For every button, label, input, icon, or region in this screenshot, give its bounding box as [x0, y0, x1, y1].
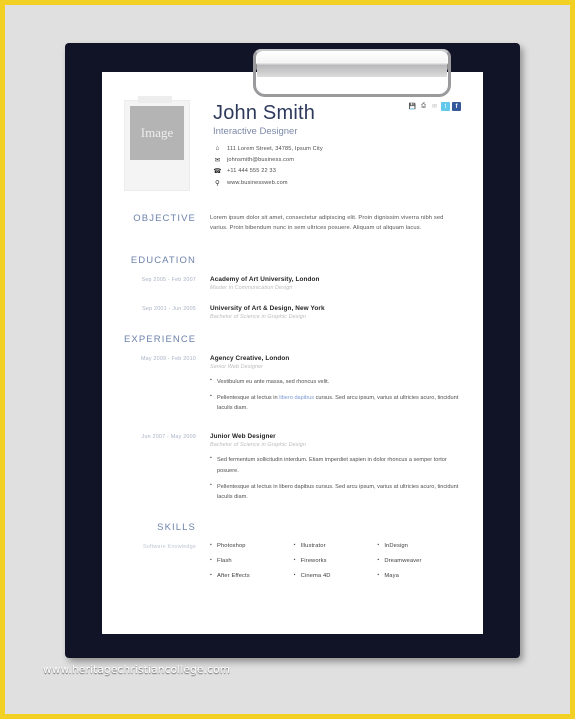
entry-subtitle: Master in Communication Design — [210, 285, 293, 292]
page-background: Image John Smith Interactive Designer ⌂ 1… — [5, 5, 570, 714]
photo-placeholder: Image — [130, 106, 184, 160]
search-globe-icon: ⚲ — [215, 179, 220, 187]
bullet-item: Sed fermentum sollicitudin interdum. Eti… — [210, 454, 461, 475]
entry-title: Agency Creative, London — [210, 355, 290, 363]
contact-item: ⚲ www.businessweb.com — [213, 179, 461, 187]
experience-entries: May 2009 - Feb 2010 Agency Creative, Lond… — [124, 355, 461, 507]
entry-bullets: Sed fermentum sollicitudin interdum. Eti… — [210, 454, 461, 502]
education-label: EDUCATION — [124, 255, 210, 266]
section-experience: EXPERIENCE — [124, 334, 461, 345]
entry-date: May 2009 - Feb 2010 — [140, 356, 196, 363]
skill-item: Photoshop — [210, 542, 294, 549]
section-skills: SKILLS — [124, 522, 461, 533]
clipboard-clip-bar — [257, 51, 447, 77]
section-title-objective: OBJECTIVE — [133, 213, 196, 224]
skills-label: SKILLS — [124, 522, 210, 533]
entry-bullets: Vestibulum eu ante massa, sed rhoncus ve… — [210, 376, 461, 413]
skills-grid: Photoshop Flash After Effects Illustrator Fi… — [210, 542, 461, 588]
entry-title: University of Art & Design, New York — [210, 305, 325, 313]
facebook-icon[interactable]: f — [452, 102, 461, 111]
contact-text: johnsmith@business.com — [227, 156, 295, 163]
experience-label: EXPERIENCE — [124, 334, 210, 345]
social-icon-bar[interactable]: 💾 ⎙ ✉ t f — [408, 102, 461, 111]
skill-item: Cinema 4D — [294, 572, 378, 579]
skill-item: Flash — [210, 557, 294, 564]
email-icon[interactable]: ✉ — [430, 102, 439, 111]
experience-entry: May 2009 - Feb 2010 Agency Creative, Lond… — [124, 355, 461, 419]
contact-list: ⌂ 111 Lorem Street, 34785, Ipsum City ✉ joh… — [213, 145, 461, 187]
save-icon[interactable]: 💾 — [408, 102, 417, 111]
resume-header: Image John Smith Interactive Designer ⌂ 1… — [124, 96, 461, 191]
bullet-item: Vestibulum eu ante massa, sed rhoncus ve… — [210, 376, 461, 387]
print-icon[interactable]: ⎙ — [419, 102, 428, 111]
skills-sub-label: Software Knowledge — [142, 543, 196, 550]
skills-column: Illustrator Fireworks Cinema 4D — [294, 542, 378, 588]
entry-body: Agency Creative, London Senior Web Design… — [210, 355, 461, 419]
entry-title: Junior Web Designer — [210, 433, 276, 441]
home-icon: ⌂ — [215, 145, 220, 152]
skill-item: Fireworks — [294, 557, 378, 564]
contact-text: +11 444 555 22 33 — [227, 168, 276, 174]
skill-item: After Effects — [210, 572, 294, 579]
phone-icon: ☎ — [213, 168, 222, 175]
entry-body: Academy of Art University, London Master … — [210, 276, 461, 291]
contact-item: ✉ johnsmith@business.com — [213, 156, 461, 164]
skill-item: Illustrator — [294, 542, 378, 549]
education-entry: Sep 2005 - Feb 2007 Academy of Art Univer… — [124, 276, 461, 291]
skills-row: Software Knowledge Photoshop Flash After E… — [124, 542, 461, 588]
resume-paper: Image John Smith Interactive Designer ⌂ 1… — [102, 72, 483, 634]
section-title-education: EDUCATION — [130, 255, 196, 267]
bullet-item: Pellentesque at lectus in libero dapibus… — [210, 481, 461, 502]
candidate-role: Interactive Designer — [213, 126, 298, 137]
envelope-icon: ✉ — [214, 156, 221, 164]
entry-body: University of Art & Design, New York Bach… — [210, 305, 461, 320]
entry-title: Academy of Art University, London — [210, 276, 320, 284]
entry-subtitle: Senior Web Designer — [210, 364, 264, 371]
skill-item: Maya — [377, 572, 461, 579]
objective-body: Lorem ipsum dolor sit amet, consectetur … — [210, 213, 461, 233]
photo-frame: Image — [124, 96, 190, 191]
header-main: John Smith Interactive Designer ⌂ 111 Lor… — [213, 100, 461, 191]
objective-text: Lorem ipsum dolor sit amet, consectetur … — [210, 215, 444, 232]
objective-label: OBJECTIVE — [124, 213, 210, 233]
bullet-link[interactable]: libero dapibus — [279, 395, 314, 401]
watermark-url: www.heritagechristiancollege.com — [43, 664, 231, 676]
bullet-item: Pellentesque at lectus in libero dapibus… — [210, 392, 461, 413]
entry-date: Sep 2005 - Feb 2007 — [141, 277, 196, 284]
experience-entry: Jun 2007 - May 2009 Junior Web Designer Ba… — [124, 433, 461, 507]
skills-list: InDesign Dreamweaver Maya — [377, 542, 461, 579]
education-entry: Sep 2001 - Jun 2005 University of Art & D… — [124, 305, 461, 320]
section-objective: OBJECTIVE Lorem ipsum dolor sit amet, co… — [124, 213, 461, 233]
education-entries: Sep 2005 - Feb 2007 Academy of Art Univer… — [124, 276, 461, 320]
skill-item: InDesign — [377, 542, 461, 549]
section-education: EDUCATION — [124, 255, 461, 266]
skill-item: Dreamweaver — [377, 557, 461, 564]
contact-item: ☎ +11 444 555 22 33 — [213, 167, 461, 175]
entry-date: Sep 2001 - Jun 2005 — [142, 306, 196, 313]
contact-text: www.businessweb.com — [227, 179, 288, 186]
contact-item: ⌂ 111 Lorem Street, 34785, Ipsum City — [213, 145, 461, 152]
entry-subtitle: Bachelor of Science in Graphic Design — [210, 442, 306, 449]
clipboard: Image John Smith Interactive Designer ⌂ 1… — [65, 43, 520, 658]
entry-date: Jun 2007 - May 2009 — [141, 434, 196, 441]
entry-body: Junior Web Designer Bachelor of Science i… — [210, 433, 461, 507]
skills-list: Illustrator Fireworks Cinema 4D — [294, 542, 378, 579]
contact-text: 111 Lorem Street, 34785, Ipsum City — [227, 145, 323, 152]
skills-column: InDesign Dreamweaver Maya — [377, 542, 461, 588]
photo-frame-tab — [138, 96, 172, 103]
skills-column: Photoshop Flash After Effects — [210, 542, 294, 588]
section-title-skills: SKILLS — [157, 521, 196, 533]
twitter-icon[interactable]: t — [441, 102, 450, 111]
skills-body: Photoshop Flash After Effects Illustrator Fi… — [210, 542, 461, 588]
section-title-experience: EXPERIENCE — [124, 334, 197, 346]
skills-list: Photoshop Flash After Effects — [210, 542, 294, 579]
entry-subtitle: Bachelor of Science in Graphic Design — [210, 314, 306, 321]
